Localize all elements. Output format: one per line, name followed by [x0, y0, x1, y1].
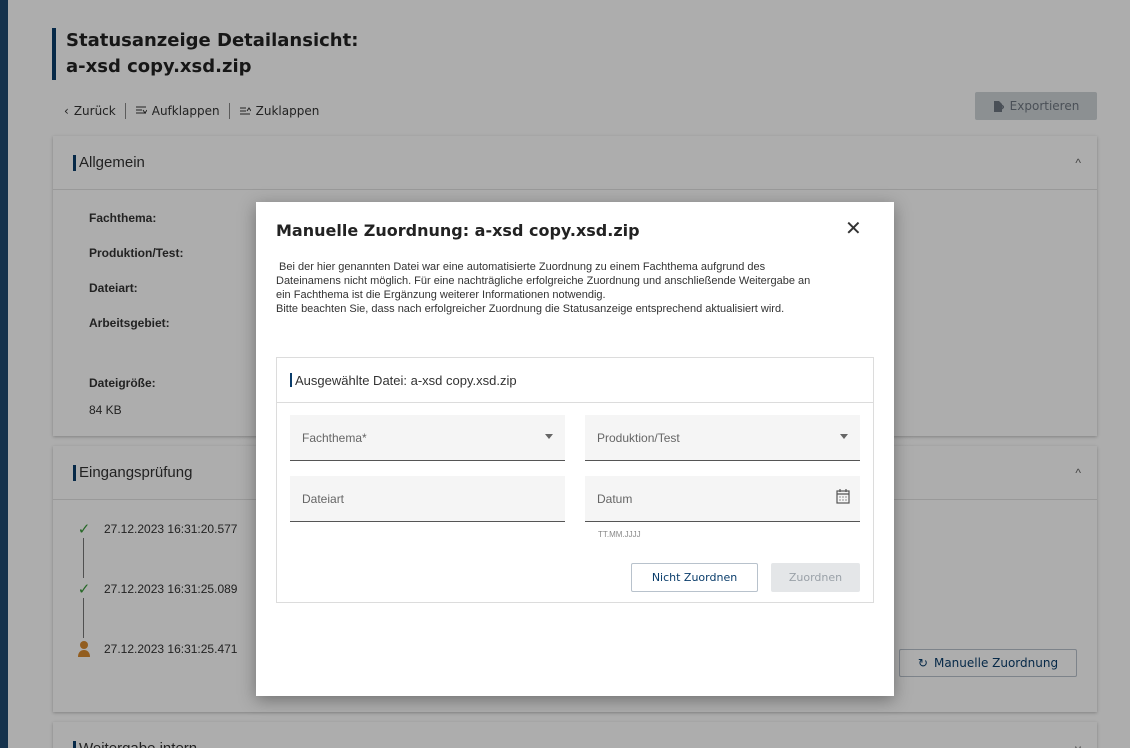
selected-file-card: Ausgewählte Datei: a-xsd copy.xsd.zip Fa… — [276, 357, 874, 603]
dialog-title: Manuelle Zuordnung: a-xsd copy.xsd.zip — [276, 221, 640, 240]
selected-file-header: Ausgewählte Datei: a-xsd copy.xsd.zip — [277, 358, 873, 403]
fachthema-placeholder: Fachthema* — [302, 431, 367, 445]
calendar-icon[interactable] — [836, 489, 850, 504]
assign-button[interactable]: Zuordnen — [771, 563, 860, 592]
not-assign-button[interactable]: Nicht Zuordnen — [631, 563, 758, 592]
dropdown-arrow-icon — [545, 434, 553, 439]
dialog-text-line: Bitte beachten Sie, dass nach erfolgreic… — [276, 303, 785, 315]
dialog-text-line: ein Fachthema ist die Ergänzung weiterer… — [276, 289, 606, 301]
produktion-test-select[interactable]: Produktion/Test — [585, 415, 860, 461]
dialog-description: Bei der hier genannten Datei war eine au… — [276, 260, 876, 316]
dropdown-arrow-icon — [840, 434, 848, 439]
close-icon[interactable]: ✕ — [845, 219, 862, 239]
datum-placeholder: Datum — [597, 492, 633, 506]
produktion-test-placeholder: Produktion/Test — [597, 431, 680, 445]
dateiart-input[interactable]: Dateiart — [290, 476, 565, 522]
selected-file-label: Ausgewählte Datei: a-xsd copy.xsd.zip — [295, 372, 517, 388]
dateiart-placeholder: Dateiart — [302, 492, 345, 506]
datum-format-hint: TT.MM.JJJJ — [598, 530, 641, 539]
section-accent — [290, 373, 292, 387]
fachthema-select[interactable]: Fachthema* — [290, 415, 565, 461]
manual-assignment-dialog: Manuelle Zuordnung: a-xsd copy.xsd.zip ✕… — [256, 202, 894, 696]
dialog-text-line: Bei der hier genannten Datei war eine au… — [279, 261, 766, 273]
datum-input[interactable]: Datum — [585, 476, 860, 522]
dialog-text-line: Dateinamens nicht möglich. Für eine nach… — [276, 275, 811, 287]
